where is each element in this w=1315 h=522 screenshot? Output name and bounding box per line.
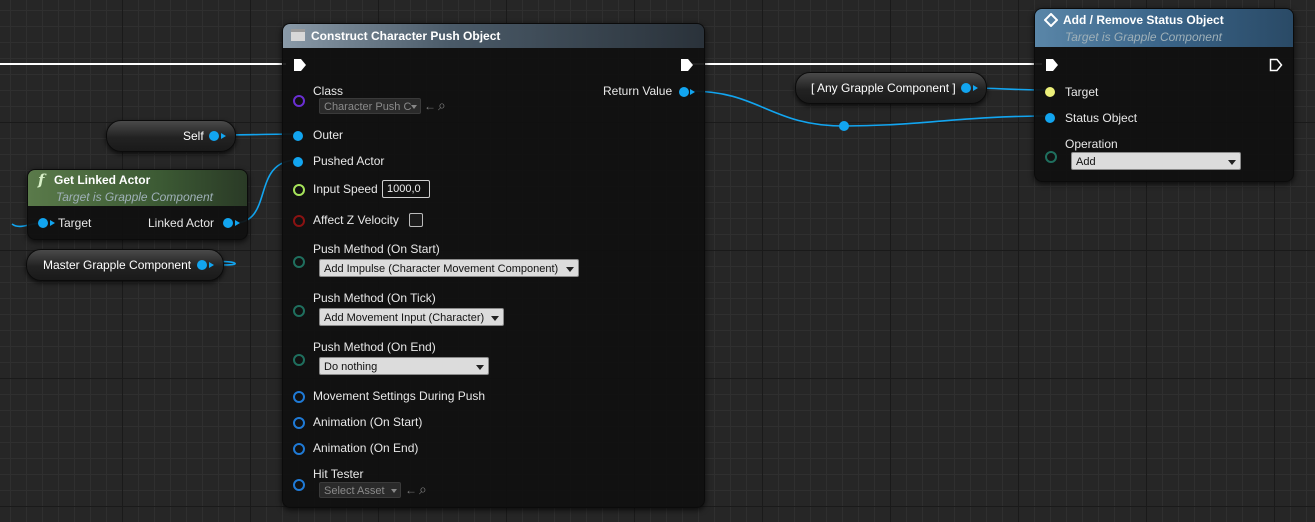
return-value-pin[interactable] (679, 87, 689, 97)
push-start-pin[interactable] (293, 256, 305, 268)
outer-pin[interactable] (293, 131, 303, 141)
push-end-pin[interactable] (293, 354, 305, 366)
operation-dropdown[interactable]: Add (1071, 152, 1241, 170)
master-grapple-label: Master Grapple Component (43, 258, 192, 272)
any-grapple-pin[interactable] (961, 83, 971, 93)
status-target-pin[interactable] (1045, 87, 1055, 97)
any-grapple-pin-arrow (973, 85, 978, 91)
event-diamond-icon (1044, 13, 1058, 27)
push-tick-dropdown[interactable]: Add Movement Input (Character) (319, 308, 504, 326)
target-label: Target (58, 216, 92, 230)
operation-label: Operation (1065, 137, 1118, 151)
anim-end-pin[interactable] (293, 443, 305, 455)
add-remove-status-node[interactable]: Add / Remove Status Object Target is Gra… (1034, 8, 1294, 182)
master-grapple-pin[interactable] (197, 260, 207, 270)
reroute-knot[interactable] (839, 121, 849, 131)
add-remove-header: Add / Remove Status Object Target is Gra… (1035, 9, 1293, 47)
push-start-value: Add Impulse (Character Movement Componen… (324, 263, 559, 275)
push-end-value: Do nothing (324, 361, 378, 373)
anim-start-pin[interactable] (293, 417, 305, 429)
add-remove-exec-in[interactable] (1045, 58, 1059, 72)
status-object-label: Status Object (1065, 111, 1138, 125)
class-asset-picker[interactable]: Character Push C (319, 98, 421, 114)
input-speed-field[interactable]: 1000,0 (382, 180, 430, 198)
push-tick-value: Add Movement Input (Character) (324, 312, 485, 324)
add-remove-title: Add / Remove Status Object (1063, 13, 1224, 27)
hit-tester-browse-icon[interactable]: ← (405, 483, 417, 497)
target-pin[interactable] (38, 218, 48, 228)
add-remove-subtitle: Target is Grapple Component (1065, 30, 1222, 44)
construct-exec-in[interactable] (293, 58, 307, 72)
self-node[interactable]: Self (106, 120, 236, 152)
pushed-actor-label: Pushed Actor (313, 154, 385, 168)
master-grapple-pin-arrow (209, 262, 214, 268)
movement-settings-label: Movement Settings During Push (313, 389, 486, 403)
push-end-label: Push Method (On End) (313, 340, 436, 354)
search-icon[interactable]: ⌕ (438, 97, 446, 114)
linked-actor-label: Linked Actor (148, 216, 215, 230)
hit-tester-asset-picker[interactable]: Select Asset (319, 482, 401, 498)
add-remove-exec-out[interactable] (1269, 58, 1283, 72)
input-speed-pin[interactable] (293, 184, 305, 196)
get-linked-actor-title: Get Linked Actor (54, 173, 151, 187)
status-target-label: Target (1065, 85, 1099, 99)
target-pin-arrow (50, 220, 55, 226)
push-tick-label: Push Method (On Tick) (313, 291, 436, 305)
push-end-dropdown[interactable]: Do nothing (319, 357, 489, 375)
affect-z-checkbox[interactable] (409, 213, 423, 227)
hit-tester-value: Select Asset (324, 485, 385, 497)
anim-end-label: Animation (On End) (313, 441, 419, 455)
push-start-label: Push Method (On Start) (313, 242, 440, 256)
return-value-label: Return Value (603, 84, 673, 98)
get-linked-actor-header: f Get Linked Actor Target is Grapple Com… (28, 170, 247, 206)
self-label: Self (183, 129, 204, 143)
movement-settings-pin[interactable] (293, 391, 305, 403)
linked-actor-pin-arrow (235, 220, 240, 226)
operation-pin[interactable] (1045, 151, 1057, 163)
construct-title: Construct Character Push Object (311, 29, 501, 43)
push-tick-pin[interactable] (293, 305, 305, 317)
hit-tester-pin[interactable] (293, 479, 305, 491)
input-speed-label: Input Speed (313, 182, 378, 196)
class-asset-value: Character Push C (324, 101, 412, 113)
browse-arrow-icon[interactable]: ← (424, 99, 436, 113)
construct-push-node[interactable]: Construct Character Push Object Class Ch… (282, 23, 705, 508)
get-linked-actor-subtitle: Target is Grapple Component (56, 190, 213, 204)
self-pin[interactable] (209, 131, 219, 141)
any-grapple-node[interactable]: [ Any Grapple Component ] (795, 72, 987, 104)
anim-start-label: Animation (On Start) (313, 415, 423, 429)
operation-value: Add (1076, 156, 1096, 168)
affect-z-pin[interactable] (293, 215, 305, 227)
function-icon: f (38, 171, 45, 189)
class-label: Class (313, 84, 344, 98)
any-grapple-label: [ Any Grapple Component ] (811, 81, 956, 95)
construct-exec-out[interactable] (680, 58, 694, 72)
construct-header: Construct Character Push Object (283, 24, 704, 48)
hit-tester-search-icon[interactable]: ⌕ (419, 481, 427, 498)
affect-z-label: Affect Z Velocity (313, 213, 399, 227)
status-object-pin[interactable] (1045, 113, 1055, 123)
return-value-pin-arrow (690, 89, 695, 95)
outer-label: Outer (313, 128, 344, 142)
linked-actor-pin[interactable] (223, 218, 233, 228)
self-pin-arrow (221, 133, 226, 139)
class-pin[interactable] (293, 95, 305, 107)
construct-icon (291, 29, 305, 41)
master-grapple-node[interactable]: Master Grapple Component (26, 249, 224, 281)
push-start-dropdown[interactable]: Add Impulse (Character Movement Componen… (319, 259, 579, 277)
hit-tester-label: Hit Tester (313, 467, 364, 481)
pushed-actor-pin[interactable] (293, 157, 303, 167)
get-linked-actor-node[interactable]: f Get Linked Actor Target is Grapple Com… (27, 169, 248, 240)
